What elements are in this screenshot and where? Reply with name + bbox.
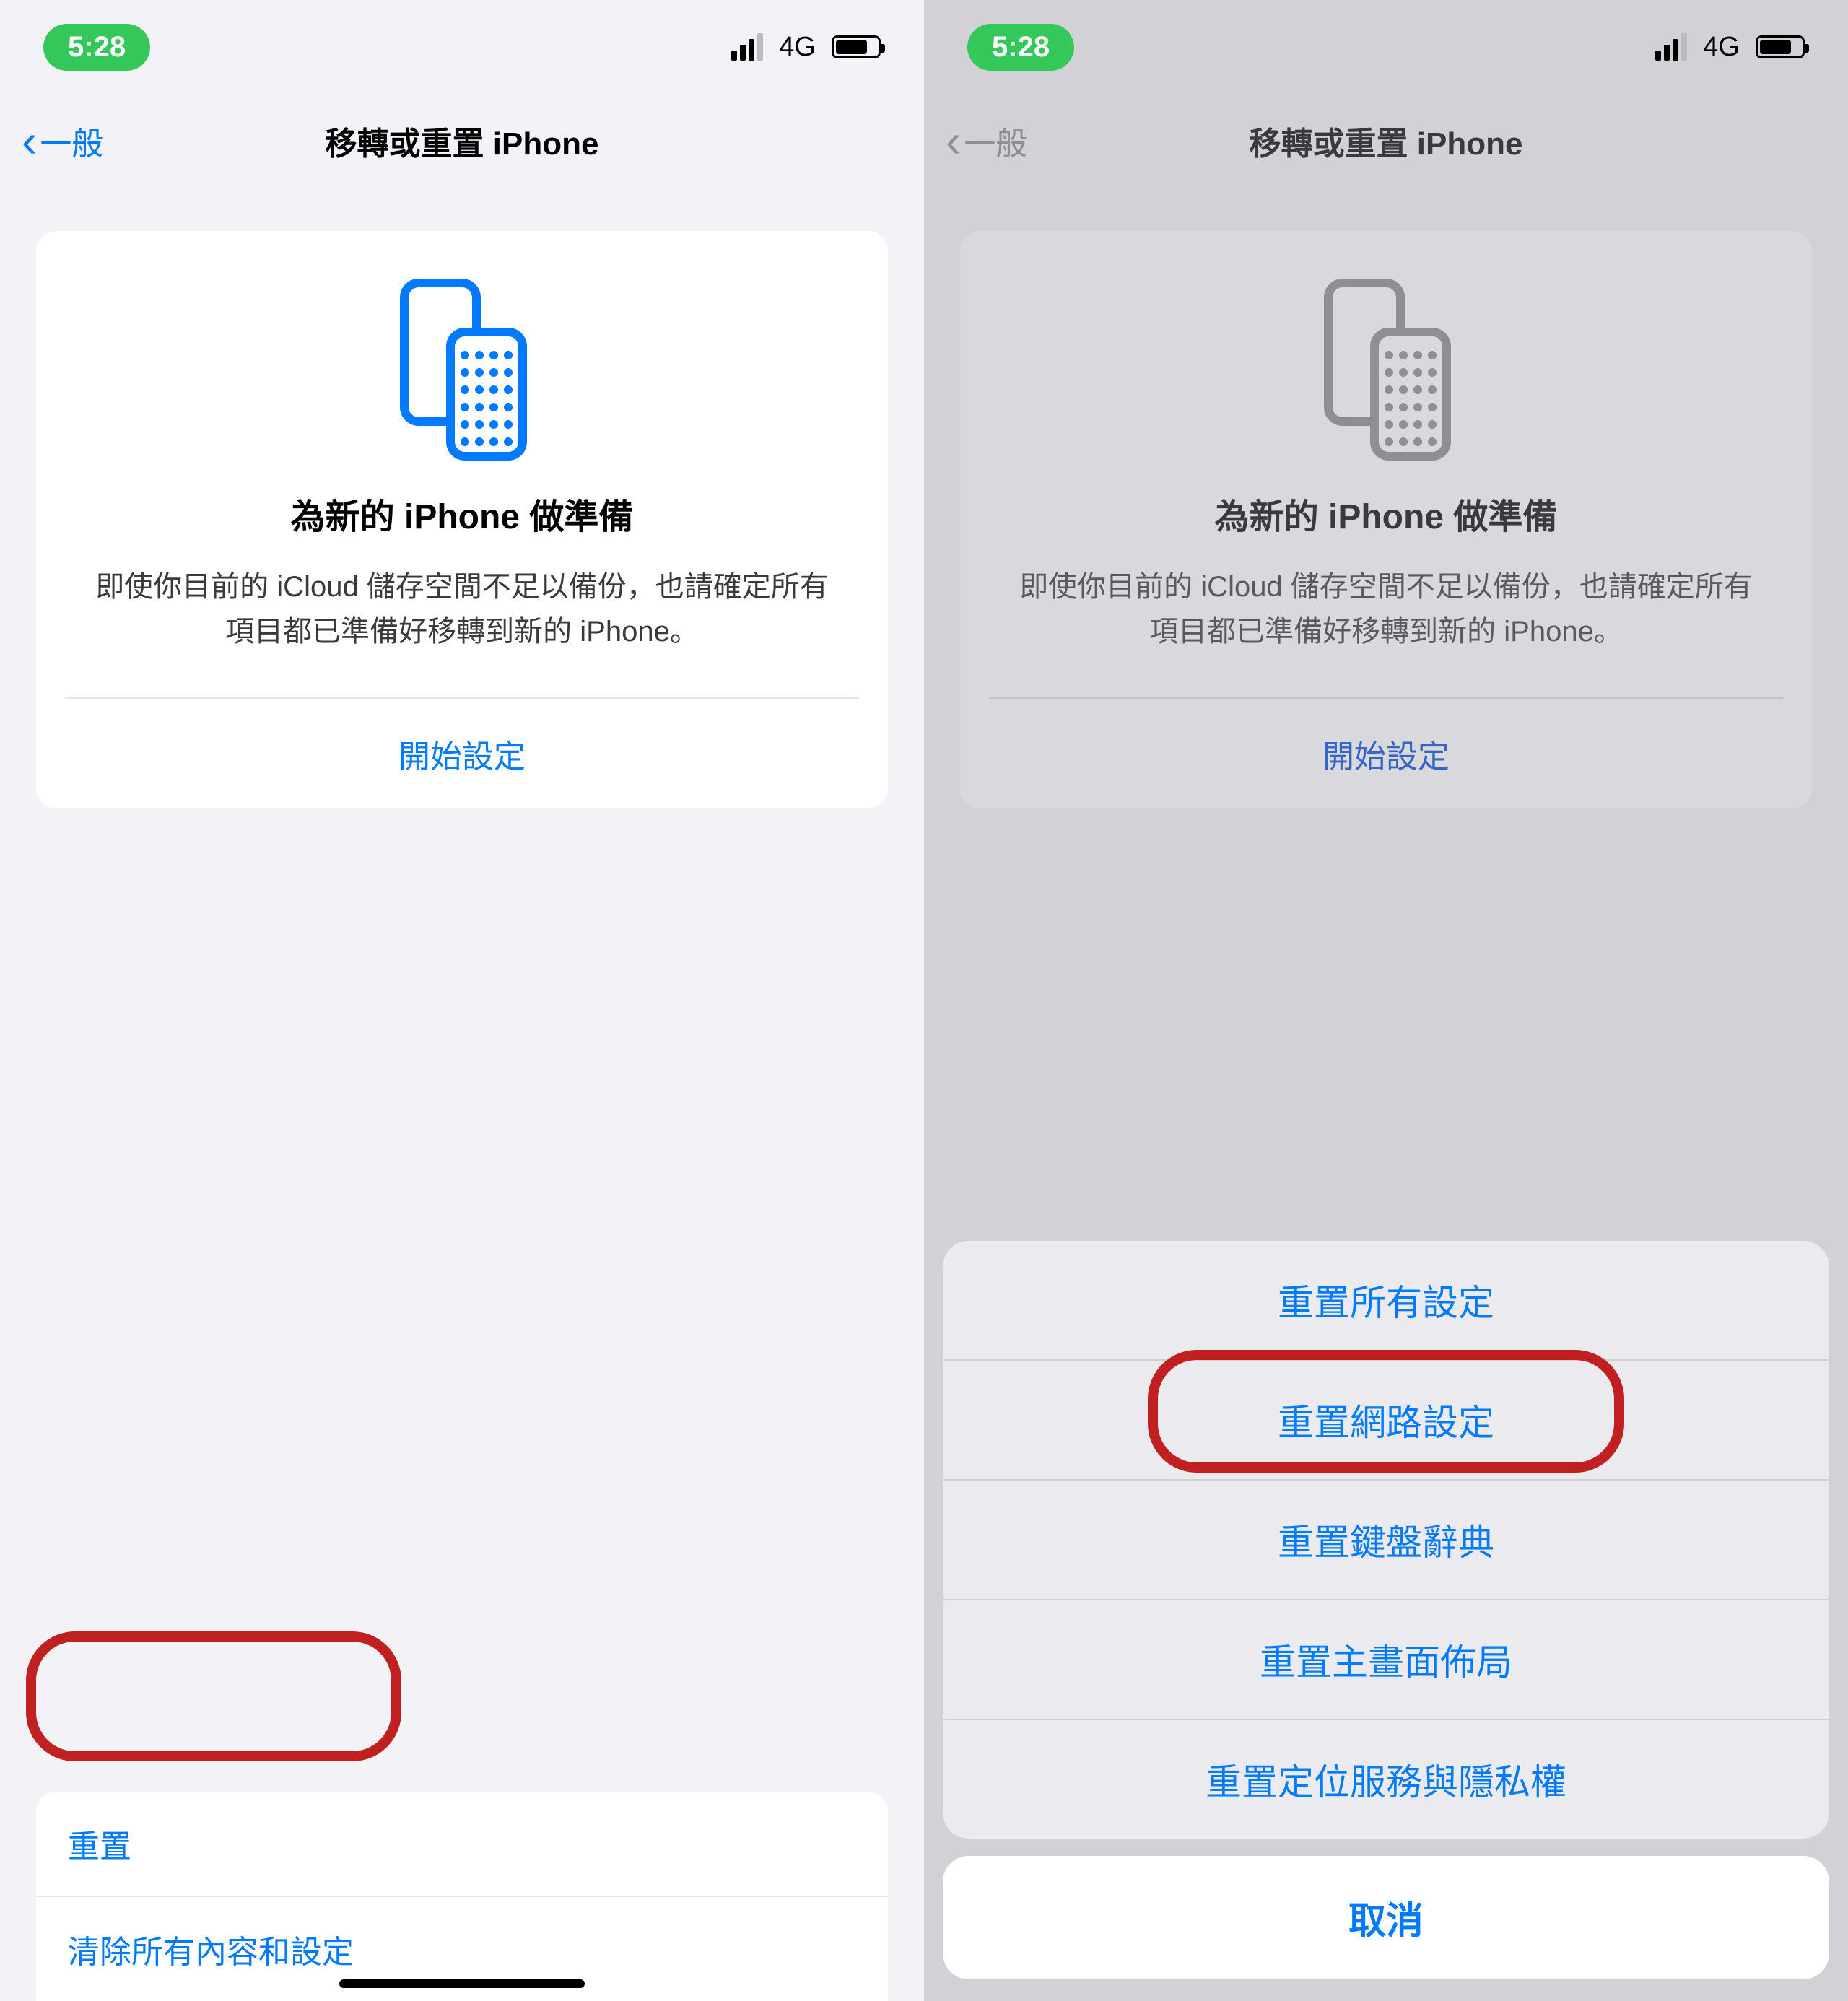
chevron-left-icon: ‹ xyxy=(946,118,961,164)
status-bar: 5:28 4G xyxy=(924,0,1848,94)
sheet-options-group: 重置所有設定 重置網路設定 重置鍵盤辭典 重置主畫面佈局 重置定位服務與隱私權 xyxy=(943,1241,1829,1839)
status-bar: 5:28 4G xyxy=(0,0,924,94)
devices-icon xyxy=(36,274,888,462)
prepare-card: 為新的 iPhone 做準備 即使你目前的 iCloud 儲存空間不足以備份，也… xyxy=(960,231,1812,808)
signal-icon xyxy=(1655,33,1687,61)
sheet-option-reset-all[interactable]: 重置所有設定 xyxy=(943,1241,1829,1361)
chevron-left-icon: ‹ xyxy=(22,118,37,164)
screenshot-right: 5:28 4G ‹ 一般 移轉或重置 iPhone xyxy=(924,0,1848,2001)
screenshot-left: 5:28 4G ‹ 一般 移轉或重置 iPhone xyxy=(0,0,924,2001)
card-title: 為新的 iPhone 做準備 xyxy=(960,488,1812,539)
status-time-pill[interactable]: 5:28 xyxy=(43,24,150,71)
sheet-cancel-button[interactable]: 取消 xyxy=(943,1856,1829,1979)
prepare-card: 為新的 iPhone 做準備 即使你目前的 iCloud 儲存空間不足以備份，也… xyxy=(36,231,888,808)
sheet-option-reset-keyboard[interactable]: 重置鍵盤辭典 xyxy=(943,1481,1829,1600)
status-right: 4G xyxy=(731,32,881,63)
reset-row[interactable]: 重置 xyxy=(36,1792,888,1897)
nav-bar: ‹ 一般 移轉或重置 iPhone xyxy=(924,94,1848,188)
start-setup-button[interactable]: 開始設定 xyxy=(36,699,888,808)
card-description: 即使你目前的 iCloud 儲存空間不足以備份，也請確定所有項目都已準備好移轉到… xyxy=(960,564,1812,697)
card-title: 為新的 iPhone 做準備 xyxy=(36,488,888,539)
battery-icon xyxy=(1756,35,1805,58)
status-time-pill[interactable]: 5:28 xyxy=(967,24,1074,71)
sheet-option-reset-home-layout[interactable]: 重置主畫面佈局 xyxy=(943,1600,1829,1720)
page-title: 移轉或重置 iPhone xyxy=(0,118,924,164)
back-button[interactable]: ‹ 一般 xyxy=(22,118,103,164)
bottom-list: 重置 清除所有內容和設定 xyxy=(0,1792,924,2001)
network-label: 4G xyxy=(779,32,816,63)
back-label: 一般 xyxy=(964,118,1027,164)
devices-icon xyxy=(960,274,1812,462)
annotation-circle xyxy=(26,1631,401,1761)
reset-action-sheet: 重置所有設定 重置網路設定 重置鍵盤辭典 重置主畫面佈局 重置定位服務與隱私權 … xyxy=(943,1241,1829,1979)
sheet-option-reset-network[interactable]: 重置網路設定 xyxy=(943,1361,1829,1481)
card-description: 即使你目前的 iCloud 儲存空間不足以備份，也請確定所有項目都已準備好移轉到… xyxy=(36,564,888,697)
signal-icon xyxy=(731,33,763,61)
start-setup-button: 開始設定 xyxy=(960,699,1812,808)
back-button: ‹ 一般 xyxy=(946,118,1027,164)
sheet-option-reset-location-privacy[interactable]: 重置定位服務與隱私權 xyxy=(943,1720,1829,1839)
page-title: 移轉或重置 iPhone xyxy=(924,118,1848,164)
back-label: 一般 xyxy=(40,118,103,164)
nav-bar: ‹ 一般 移轉或重置 iPhone xyxy=(0,94,924,188)
status-right: 4G xyxy=(1655,32,1805,63)
battery-icon xyxy=(832,35,881,58)
home-indicator xyxy=(339,1979,585,1988)
network-label: 4G xyxy=(1703,32,1740,63)
